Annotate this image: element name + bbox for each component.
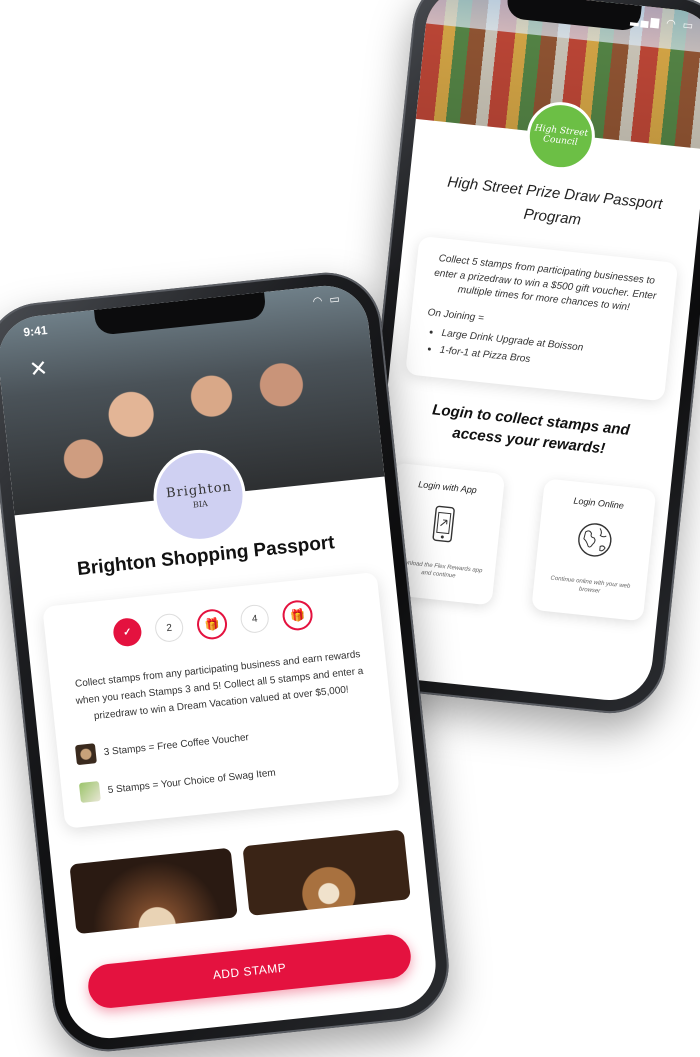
stamp-2: 2 xyxy=(153,612,185,644)
globe-icon xyxy=(578,523,612,557)
stamp-progress: ✓ 2 🎁 4 🎁 xyxy=(62,594,363,655)
passport-description: Collect stamps from any participating bu… xyxy=(74,648,364,723)
stamp-1-checked: ✓ xyxy=(112,616,143,648)
login-heading: Login to collect stamps and access your … xyxy=(431,400,631,458)
login-online-button[interactable]: Login Online Continue online with your w… xyxy=(531,478,656,621)
add-stamp-button[interactable]: ADD STAMP xyxy=(86,932,413,1011)
reward-text: 3 Stamps = Free Coffee Voucher xyxy=(103,731,250,758)
front-phone-screen: 9:41 ◠ ▭ ✕ Brighton BIA Brighton Shoppin… xyxy=(0,281,440,1043)
logo-line2: BIA xyxy=(192,499,209,510)
stamp-5-gift-icon: 🎁 xyxy=(281,598,315,632)
stamp-4: 4 xyxy=(239,603,271,635)
front-phone: 9:41 ◠ ▭ ✕ Brighton BIA Brighton Shoppin… xyxy=(0,267,455,1057)
close-icon[interactable]: ✕ xyxy=(28,355,49,383)
swag-thumb-icon xyxy=(78,781,101,803)
login-web-label: Login Online xyxy=(573,495,625,511)
page-title: High Street Prize Draw Passport Program xyxy=(446,173,664,229)
latte-art-photo[interactable] xyxy=(242,829,411,916)
program-description: Collect 5 stamps from participating busi… xyxy=(433,253,657,314)
phone-icon xyxy=(432,505,455,543)
status-time: 9:41 xyxy=(22,322,49,340)
program-info-card: Collect 5 stamps from participating busi… xyxy=(405,236,678,401)
login-app-label: Login with App xyxy=(417,479,478,496)
reward-text: 5 Stamps = Your Choice of Swag Item xyxy=(107,767,277,796)
stamp-3-gift-icon: 🎁 xyxy=(195,607,229,641)
business-photos xyxy=(69,829,411,935)
coffee-photo[interactable] xyxy=(69,847,238,935)
logo-line1: Brighton xyxy=(165,479,233,502)
login-options: Login with App Download the Flex Rewards… xyxy=(366,461,670,623)
login-web-subtext: Continue online with your web browser xyxy=(550,575,631,596)
passport-card: ✓ 2 🎁 4 🎁 Collect stamps from any partic… xyxy=(42,572,399,829)
coffee-thumb-icon xyxy=(74,743,97,766)
